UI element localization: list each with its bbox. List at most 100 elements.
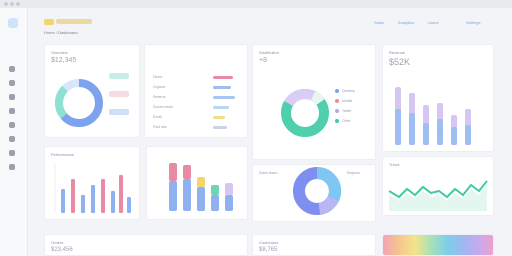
- bar: [395, 109, 401, 145]
- nav-item[interactable]: Sales: [374, 20, 384, 25]
- brand-logo: [44, 19, 54, 25]
- list-item: Direct: [153, 75, 163, 79]
- card-title: Customers: [259, 240, 279, 245]
- pie-card: Sales share Regions: [252, 164, 376, 222]
- list-bar: [213, 106, 229, 109]
- list-item: Referral: [153, 95, 166, 99]
- list-bar: [213, 96, 235, 99]
- bar: [423, 123, 429, 145]
- legend-label: Other: [342, 119, 351, 123]
- series-area: [389, 185, 487, 211]
- list-item: Paid ads: [153, 125, 167, 129]
- nav-item[interactable]: Settings: [466, 20, 480, 25]
- distribution-value: +8: [259, 57, 267, 64]
- legend-chip: [109, 109, 129, 115]
- list-item: Social media: [153, 105, 174, 109]
- bar: [169, 163, 177, 181]
- title-bar: [0, 0, 512, 8]
- legend-dot: [335, 89, 339, 93]
- bar: [81, 195, 85, 213]
- bar: [211, 185, 219, 195]
- list-item: Email: [153, 115, 162, 119]
- overview-donut: [55, 79, 103, 127]
- color-strip-card: [382, 234, 494, 256]
- bar: [101, 179, 105, 213]
- logout-icon[interactable]: [9, 164, 15, 170]
- bar: [197, 187, 205, 211]
- legend-dot: [335, 109, 339, 113]
- stacked-bar-chart: [169, 163, 233, 211]
- card-title: Performance: [51, 152, 74, 157]
- bar: [169, 181, 177, 211]
- window-dot[interactable]: [4, 2, 8, 6]
- pie-label-left: Sales share: [259, 171, 278, 175]
- settings-icon[interactable]: [9, 150, 15, 156]
- sidebar: [0, 8, 28, 256]
- legend-dot: [335, 99, 339, 103]
- bar: [61, 189, 65, 213]
- card-title: Overview: [51, 50, 68, 55]
- bar: [71, 179, 75, 213]
- chart-icon[interactable]: [9, 80, 15, 86]
- legend-chip: [109, 73, 129, 79]
- bar: [197, 177, 205, 187]
- bar: [409, 113, 415, 145]
- window-dot[interactable]: [10, 2, 14, 6]
- bar: [451, 127, 457, 145]
- orders-card: Orders $23,456: [44, 234, 248, 256]
- bar: [183, 165, 191, 179]
- revenue-bar-chart: [395, 87, 471, 145]
- trend-line-chart: [388, 180, 488, 211]
- card-title: Orders: [51, 240, 64, 245]
- bar: [211, 195, 219, 211]
- home-icon[interactable]: [9, 66, 15, 72]
- revenue-card: Revenue $52K: [382, 44, 494, 152]
- color-gradient-strip: [383, 235, 493, 255]
- pie-label-right: Regions: [347, 171, 360, 175]
- bar: [91, 185, 95, 213]
- breadcrumb: Home / Dashboard: [44, 30, 78, 35]
- distribution-card: Distribution +8 Desktop Mobile Tablet Ot…: [252, 44, 376, 160]
- performance-bar-chart: [54, 163, 131, 213]
- top-bar: Home / Dashboard Sales Analytics Users S…: [36, 14, 500, 40]
- orders-value: $23,456: [51, 247, 73, 253]
- card-title: Distribution: [259, 50, 280, 55]
- card-title: Revenue: [389, 50, 406, 55]
- legend-dot: [335, 119, 339, 123]
- dashboard-window: Home / Dashboard Sales Analytics Users S…: [0, 0, 512, 256]
- overview-card: Overview $12,345: [44, 44, 140, 138]
- customers-value: $8,765: [259, 247, 278, 253]
- revenue-value: $52K: [389, 57, 411, 67]
- bar: [119, 175, 123, 213]
- performance-card: Performance: [44, 146, 140, 220]
- list-bar: [213, 76, 233, 79]
- bar: [437, 119, 443, 145]
- window-dot[interactable]: [16, 2, 20, 6]
- bar: [111, 191, 115, 213]
- nav-item[interactable]: Analytics: [398, 20, 414, 25]
- user-icon[interactable]: [9, 94, 15, 100]
- nav-item[interactable]: Users: [428, 20, 438, 25]
- list-bar: [213, 116, 225, 119]
- channels-card: Direct Organic Referral Social media Ema…: [144, 44, 248, 138]
- calendar-icon[interactable]: [9, 122, 15, 128]
- bar: [465, 125, 471, 145]
- list-item: Organic: [153, 85, 166, 89]
- pie-chart: [293, 167, 341, 215]
- trend-card: Trend: [382, 156, 494, 216]
- brand-name: [56, 19, 92, 24]
- bar: [225, 183, 233, 195]
- stacked-bars-card: [146, 146, 248, 220]
- overview-value: $12,345: [51, 57, 77, 64]
- legend-label: Desktop: [342, 89, 355, 93]
- list-bar: [213, 126, 227, 129]
- list-bar: [213, 86, 231, 89]
- bar: [127, 197, 131, 213]
- bar: [225, 195, 233, 211]
- folder-icon[interactable]: [9, 108, 15, 114]
- app-logo-icon[interactable]: [8, 18, 18, 28]
- legend-chip: [109, 91, 129, 97]
- mail-icon[interactable]: [9, 136, 15, 142]
- distribution-donut: [281, 89, 329, 137]
- bar: [183, 179, 191, 211]
